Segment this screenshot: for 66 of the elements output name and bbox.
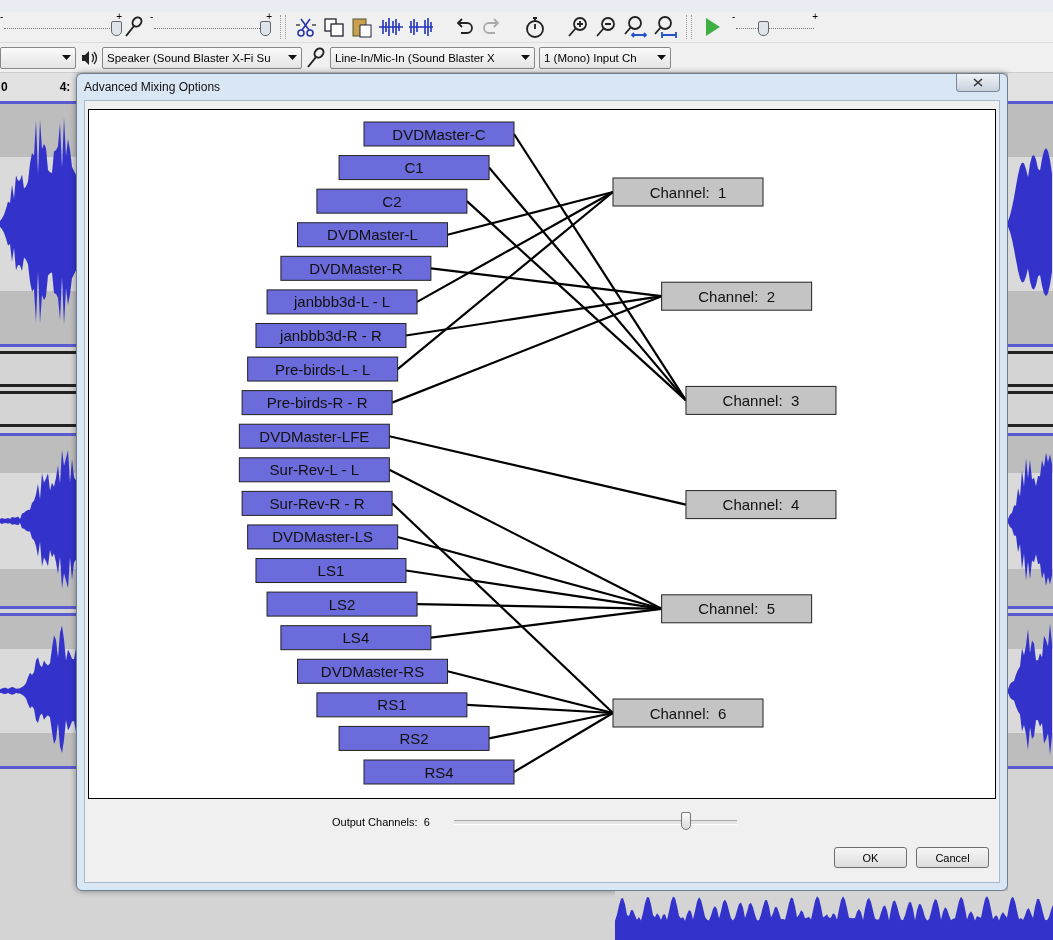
close-icon (973, 78, 983, 87)
output-channel-node: Channel: 4 (685, 490, 837, 520)
timeline-ruler (1008, 73, 1053, 101)
slider-max-label: + (266, 11, 272, 22)
waveform-icon[interactable] (408, 15, 434, 39)
input-track-node: DVDMaster-LFE (238, 423, 390, 449)
volume-slider[interactable]: - + (0, 14, 124, 40)
close-button[interactable] (956, 74, 1000, 92)
input-track-node: janbbb3d-R - R (255, 322, 407, 348)
slider-max-label: + (116, 11, 122, 22)
output-channel-node: Channel: 1 (612, 177, 764, 207)
cancel-button[interactable]: Cancel (916, 847, 989, 868)
volume-slider[interactable]: - + (150, 14, 274, 40)
zoom-icon[interactable] (652, 15, 678, 39)
input-track-node: DVDMaster-L (297, 222, 448, 248)
slider-thumb[interactable] (681, 811, 692, 830)
slider-thumb[interactable] (757, 21, 769, 36)
waveform-icon[interactable] (378, 15, 404, 39)
device-dropdown[interactable] (0, 46, 76, 69)
slider-thumb[interactable] (110, 21, 122, 36)
zoom-in-icon[interactable] (566, 15, 590, 39)
input-track-node: DVDMaster-R (280, 255, 432, 281)
slider-min-label: - (732, 11, 736, 22)
input-track-node: RS4 (363, 759, 515, 785)
output-channels-label: Output Channels: 6 (332, 816, 431, 828)
input-track-node: DVDMaster-LS (247, 524, 399, 550)
output-channel-node: Channel: 6 (612, 698, 764, 728)
input-track-node: DVDMaster-C (363, 121, 515, 147)
timeline-label: 4: (59, 80, 71, 94)
input-track-node: C1 (338, 155, 490, 181)
input-track-node: DVDMaster-RS (297, 658, 448, 684)
dialog-title: Advanced Mixing Options (84, 80, 221, 94)
copy-icon[interactable] (322, 15, 346, 39)
slider-min-label: - (150, 11, 154, 22)
input-track-node: Sur-Rev-L - L (238, 457, 390, 483)
zoom-out-icon[interactable] (594, 15, 618, 39)
input-track-node: Sur-Rev-R - R (241, 490, 393, 516)
microphone-icon (306, 46, 326, 69)
input-track-node: janbbb3d-L - L (266, 289, 418, 315)
input-track-node: Pre-birds-L - L (247, 356, 399, 382)
microphone-icon (124, 16, 144, 38)
device-dropdown[interactable]: Line-In/Mic-In (Sound Blaster X (330, 46, 535, 69)
input-track-node: RS2 (338, 725, 490, 751)
output-channel-node: Channel: 3 (685, 385, 837, 415)
caret-icon (62, 55, 71, 60)
zoom-fit-icon[interactable] (622, 15, 648, 39)
timeline-label: 0 (1, 80, 8, 94)
device-dropdown[interactable]: 1 (Mono) Input Ch (539, 46, 671, 69)
slider-min-label: - (0, 11, 4, 22)
device-dropdown[interactable]: Speaker (Sound Blaster X-Fi Su (102, 46, 302, 69)
input-track-node: RS1 (316, 692, 468, 718)
input-track-node: Pre-birds-R - R (241, 390, 393, 416)
output-channel-node: Channel: 2 (661, 281, 813, 311)
ok-button[interactable]: OK (834, 847, 907, 868)
input-track-node: LS2 (266, 591, 418, 617)
caret-icon (657, 55, 666, 60)
caret-icon (521, 55, 530, 60)
output-channel-node: Channel: 5 (661, 594, 813, 624)
input-track-node: C2 (316, 188, 468, 214)
slider-thumb[interactable] (259, 21, 271, 36)
caret-icon (288, 55, 297, 60)
input-track-node: LS4 (280, 625, 432, 651)
paste-icon[interactable] (350, 15, 374, 39)
playback-speed-slider[interactable]: - + (732, 14, 820, 40)
slider-max-label: + (812, 11, 818, 22)
input-track-node: LS1 (255, 558, 407, 584)
